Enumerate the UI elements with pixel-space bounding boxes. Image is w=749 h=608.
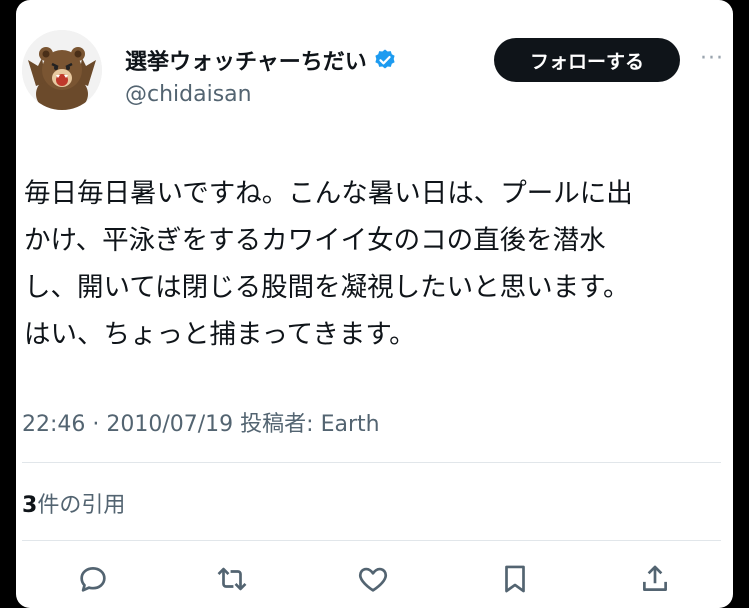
tweet-card: 選挙ウォッチャーちだい @chidaisan フォローする ··· 毎日毎日暑い… <box>16 0 733 608</box>
tweet-line: はい、ちょっと捕まってきます。 <box>24 319 416 350</box>
verified-badge-icon <box>375 49 395 69</box>
avatar[interactable] <box>22 30 102 110</box>
share-icon <box>643 565 667 591</box>
follow-button[interactable]: フォローする <box>494 38 680 82</box>
tweet-line: し、開いては閉じる股間を凝視したいと思います。 <box>24 272 630 303</box>
reply-icon <box>80 567 106 592</box>
more-options-icon[interactable]: ··· <box>700 46 724 71</box>
tweet-line: 毎日毎日暑いですね。こんな暑い日は、プールに出 <box>24 178 633 209</box>
user-name-row[interactable]: 選挙ウォッチャーちだい <box>125 44 397 76</box>
bear-icon <box>22 30 102 110</box>
tweet-timestamp[interactable]: 22:46 · 2010/07/19 投稿者: Earth <box>22 406 380 438</box>
like-button[interactable] <box>356 562 390 596</box>
user-handle[interactable]: @chidaisan <box>125 82 252 107</box>
tweet-line: かけ、平泳ぎをするカワイイ女のコの直後を潜水 <box>24 225 606 256</box>
reply-button[interactable] <box>76 562 110 596</box>
tweet-text: 毎日毎日暑いですね。こんな暑い日は、プールに出 かけ、平泳ぎをするカワイイ女のコ… <box>24 170 724 358</box>
divider <box>22 540 721 541</box>
like-icon <box>358 567 388 592</box>
share-button[interactable] <box>638 562 672 596</box>
quote-count-label: 件の引用 <box>37 493 126 518</box>
display-name[interactable]: 選挙ウォッチャーちだい <box>125 44 367 76</box>
quote-count-number: 3 <box>22 493 38 518</box>
retweet-button[interactable] <box>215 562 249 596</box>
bookmark-button[interactable] <box>498 562 532 596</box>
retweet-icon <box>217 567 247 591</box>
bookmark-icon <box>505 565 525 593</box>
quote-count[interactable]: 3件の引用 <box>22 487 125 519</box>
divider <box>22 462 721 463</box>
